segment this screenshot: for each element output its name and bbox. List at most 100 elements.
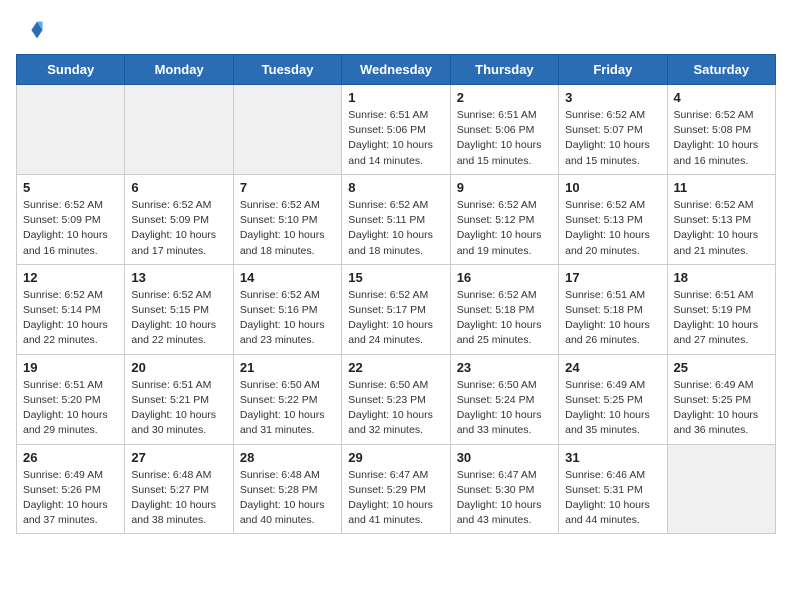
day-info: Sunrise: 6:52 AM Sunset: 5:13 PM Dayligh… bbox=[674, 198, 769, 259]
calendar-cell: 8 Sunrise: 6:52 AM Sunset: 5:11 PM Daylig… bbox=[342, 174, 450, 264]
day-info: Sunrise: 6:47 AM Sunset: 5:30 PM Dayligh… bbox=[457, 468, 552, 529]
calendar-cell: 24 Sunrise: 6:49 AM Sunset: 5:25 PM Dayli… bbox=[559, 354, 667, 444]
calendar-cell: 14Sunrise: 6:52 AM Sunset: 5:16 PM Dayli… bbox=[233, 264, 341, 354]
day-info: Sunrise: 6:50 AM Sunset: 5:23 PM Dayligh… bbox=[348, 378, 443, 439]
day-info: Sunrise: 6:52 AM Sunset: 5:10 PM Dayligh… bbox=[240, 198, 335, 259]
calendar-week-3: 12 Sunrise: 6:52 AM Sunset: 5:14 PM Dayli… bbox=[17, 264, 776, 354]
day-info: Sunrise: 6:49 AM Sunset: 5:25 PM Dayligh… bbox=[674, 378, 769, 439]
calendar-cell: 15 Sunrise: 6:52 AM Sunset: 5:17 PM Dayli… bbox=[342, 264, 450, 354]
calendar-cell: 31 Sunrise: 6:46 AM Sunset: 5:31 PM Dayli… bbox=[559, 444, 667, 534]
day-info: Sunrise: 6:51 AM Sunset: 5:21 PM Dayligh… bbox=[131, 378, 226, 439]
day-number: 11 bbox=[674, 180, 769, 195]
day-info: Sunrise: 6:47 AM Sunset: 5:29 PM Dayligh… bbox=[348, 468, 443, 529]
day-info: Sunrise: 6:52 AM Sunset: 5:09 PM Dayligh… bbox=[131, 198, 226, 259]
day-info: Sunrise: 6:50 AM Sunset: 5:24 PM Dayligh… bbox=[457, 378, 552, 439]
calendar-cell: 17 Sunrise: 6:51 AM Sunset: 5:18 PM Dayli… bbox=[559, 264, 667, 354]
day-number: 28 bbox=[240, 450, 335, 465]
day-number: 27 bbox=[131, 450, 226, 465]
calendar-cell: 21 Sunrise: 6:50 AM Sunset: 5:22 PM Dayli… bbox=[233, 354, 341, 444]
day-number: 5 bbox=[23, 180, 118, 195]
calendar-cell: 3 Sunrise: 6:52 AM Sunset: 5:07 PM Daylig… bbox=[559, 85, 667, 175]
weekday-header-saturday: Saturday bbox=[667, 55, 775, 85]
day-number: 1 bbox=[348, 90, 443, 105]
day-number: 21 bbox=[240, 360, 335, 375]
day-number: 8 bbox=[348, 180, 443, 195]
calendar-cell: 29 Sunrise: 6:47 AM Sunset: 5:29 PM Dayli… bbox=[342, 444, 450, 534]
day-info: Sunrise: 6:52 AM Sunset: 5:08 PM Dayligh… bbox=[674, 108, 769, 169]
day-number: 16 bbox=[457, 270, 552, 285]
day-info: Sunrise: 6:48 AM Sunset: 5:27 PM Dayligh… bbox=[131, 468, 226, 529]
day-info: Sunrise: 6:51 AM Sunset: 5:20 PM Dayligh… bbox=[23, 378, 118, 439]
day-number: 10 bbox=[565, 180, 660, 195]
day-info: Sunrise: 6:52 AM Sunset: 5:18 PM Dayligh… bbox=[457, 288, 552, 349]
day-number: 17 bbox=[565, 270, 660, 285]
day-number: 3 bbox=[565, 90, 660, 105]
logo bbox=[16, 16, 48, 44]
calendar-cell bbox=[233, 85, 341, 175]
day-info: Sunrise: 6:49 AM Sunset: 5:26 PM Dayligh… bbox=[23, 468, 118, 529]
day-info: Sunrise: 6:49 AM Sunset: 5:25 PM Dayligh… bbox=[565, 378, 660, 439]
day-number: 9 bbox=[457, 180, 552, 195]
calendar-cell: 9 Sunrise: 6:52 AM Sunset: 5:12 PM Daylig… bbox=[450, 174, 558, 264]
weekday-header-thursday: Thursday bbox=[450, 55, 558, 85]
day-info: Sunrise: 6:52 AM Sunset: 5:14 PM Dayligh… bbox=[23, 288, 118, 349]
calendar-cell bbox=[667, 444, 775, 534]
day-info: Sunrise: 6:52 AM Sunset: 5:17 PM Dayligh… bbox=[348, 288, 443, 349]
calendar-cell: 25 Sunrise: 6:49 AM Sunset: 5:25 PM Dayli… bbox=[667, 354, 775, 444]
weekday-header-friday: Friday bbox=[559, 55, 667, 85]
day-number: 19 bbox=[23, 360, 118, 375]
calendar-cell: 30 Sunrise: 6:47 AM Sunset: 5:30 PM Dayli… bbox=[450, 444, 558, 534]
calendar-cell: 7Sunrise: 6:52 AM Sunset: 5:10 PM Daylig… bbox=[233, 174, 341, 264]
calendar-cell: 22 Sunrise: 6:50 AM Sunset: 5:23 PM Dayli… bbox=[342, 354, 450, 444]
day-number: 22 bbox=[348, 360, 443, 375]
day-number: 14 bbox=[240, 270, 335, 285]
calendar-cell bbox=[17, 85, 125, 175]
calendar-cell: 13Sunrise: 6:52 AM Sunset: 5:15 PM Dayli… bbox=[125, 264, 233, 354]
day-number: 25 bbox=[674, 360, 769, 375]
day-number: 20 bbox=[131, 360, 226, 375]
calendar-cell: 16 Sunrise: 6:52 AM Sunset: 5:18 PM Dayli… bbox=[450, 264, 558, 354]
calendar-cell: 20 Sunrise: 6:51 AM Sunset: 5:21 PM Dayli… bbox=[125, 354, 233, 444]
day-info: Sunrise: 6:50 AM Sunset: 5:22 PM Dayligh… bbox=[240, 378, 335, 439]
day-number: 12 bbox=[23, 270, 118, 285]
day-number: 23 bbox=[457, 360, 552, 375]
day-number: 31 bbox=[565, 450, 660, 465]
calendar-cell: 2 Sunrise: 6:51 AM Sunset: 5:06 PM Daylig… bbox=[450, 85, 558, 175]
day-number: 6 bbox=[131, 180, 226, 195]
day-info: Sunrise: 6:52 AM Sunset: 5:09 PM Dayligh… bbox=[23, 198, 118, 259]
weekday-header-wednesday: Wednesday bbox=[342, 55, 450, 85]
calendar-week-1: 1 Sunrise: 6:51 AM Sunset: 5:06 PM Daylig… bbox=[17, 85, 776, 175]
calendar-cell: 6 Sunrise: 6:52 AM Sunset: 5:09 PM Daylig… bbox=[125, 174, 233, 264]
calendar-cell: 27 Sunrise: 6:48 AM Sunset: 5:27 PM Dayli… bbox=[125, 444, 233, 534]
day-info: Sunrise: 6:52 AM Sunset: 5:07 PM Dayligh… bbox=[565, 108, 660, 169]
calendar-cell: 26 Sunrise: 6:49 AM Sunset: 5:26 PM Dayli… bbox=[17, 444, 125, 534]
calendar-cell: 4Sunrise: 6:52 AM Sunset: 5:08 PM Daylig… bbox=[667, 85, 775, 175]
day-info: Sunrise: 6:52 AM Sunset: 5:11 PM Dayligh… bbox=[348, 198, 443, 259]
calendar-week-4: 19 Sunrise: 6:51 AM Sunset: 5:20 PM Dayli… bbox=[17, 354, 776, 444]
day-info: Sunrise: 6:46 AM Sunset: 5:31 PM Dayligh… bbox=[565, 468, 660, 529]
day-info: Sunrise: 6:51 AM Sunset: 5:06 PM Dayligh… bbox=[457, 108, 552, 169]
day-info: Sunrise: 6:52 AM Sunset: 5:12 PM Dayligh… bbox=[457, 198, 552, 259]
calendar-week-2: 5 Sunrise: 6:52 AM Sunset: 5:09 PM Daylig… bbox=[17, 174, 776, 264]
weekday-header-monday: Monday bbox=[125, 55, 233, 85]
day-number: 29 bbox=[348, 450, 443, 465]
day-info: Sunrise: 6:52 AM Sunset: 5:13 PM Dayligh… bbox=[565, 198, 660, 259]
calendar-cell: 1Sunrise: 6:51 AM Sunset: 5:06 PM Daylig… bbox=[342, 85, 450, 175]
calendar-cell bbox=[125, 85, 233, 175]
calendar-cell: 19 Sunrise: 6:51 AM Sunset: 5:20 PM Dayli… bbox=[17, 354, 125, 444]
day-number: 18 bbox=[674, 270, 769, 285]
calendar-cell: 18 Sunrise: 6:51 AM Sunset: 5:19 PM Dayli… bbox=[667, 264, 775, 354]
day-info: Sunrise: 6:51 AM Sunset: 5:18 PM Dayligh… bbox=[565, 288, 660, 349]
day-info: Sunrise: 6:52 AM Sunset: 5:15 PM Dayligh… bbox=[131, 288, 226, 349]
day-info: Sunrise: 6:51 AM Sunset: 5:19 PM Dayligh… bbox=[674, 288, 769, 349]
calendar-cell: 23 Sunrise: 6:50 AM Sunset: 5:24 PM Dayli… bbox=[450, 354, 558, 444]
day-number: 30 bbox=[457, 450, 552, 465]
weekday-header-sunday: Sunday bbox=[17, 55, 125, 85]
weekday-header-tuesday: Tuesday bbox=[233, 55, 341, 85]
day-number: 15 bbox=[348, 270, 443, 285]
day-number: 2 bbox=[457, 90, 552, 105]
calendar-table: SundayMondayTuesdayWednesdayThursdayFrid… bbox=[16, 54, 776, 534]
day-number: 24 bbox=[565, 360, 660, 375]
calendar-cell: 28Sunrise: 6:48 AM Sunset: 5:28 PM Dayli… bbox=[233, 444, 341, 534]
day-number: 26 bbox=[23, 450, 118, 465]
